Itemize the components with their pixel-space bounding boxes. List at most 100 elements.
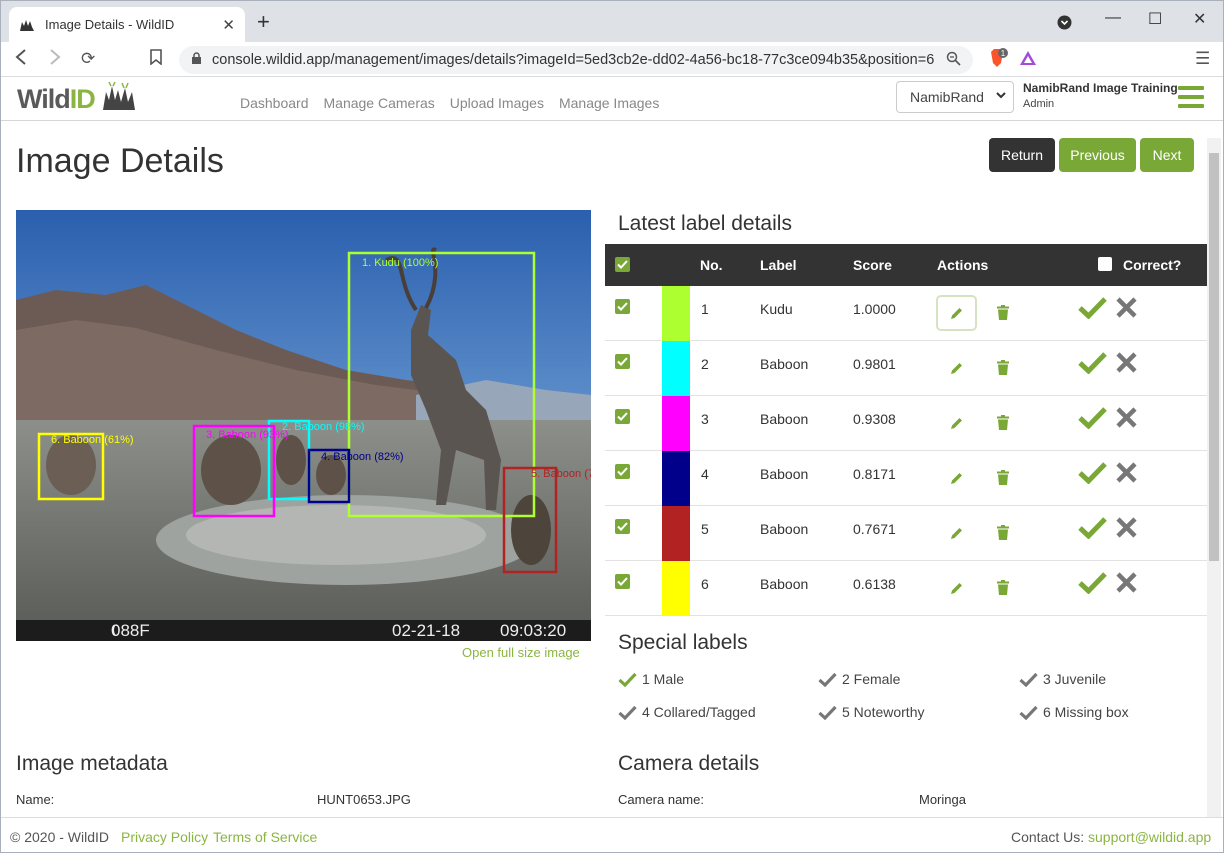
trash-icon[interactable] bbox=[997, 580, 1009, 598]
row-select-checkbox[interactable] bbox=[615, 519, 630, 534]
box-label-2: 2. Baboon (98%) bbox=[282, 421, 365, 433]
special-label-male[interactable]: 1 Male bbox=[618, 671, 684, 687]
camera-trap-image[interactable]: 1. Kudu (100%) 2. Baboon (98%) 3. Baboon… bbox=[16, 210, 614, 641]
brave-rewards-icon[interactable] bbox=[1019, 50, 1037, 71]
address-bar[interactable]: console.wildid.app/management/images/det… bbox=[179, 46, 973, 74]
mark-correct-check-icon[interactable] bbox=[1078, 516, 1107, 542]
page-scrollbar-thumb[interactable] bbox=[1209, 153, 1219, 561]
main-nav: Dashboard Manage Cameras Upload Images M… bbox=[240, 95, 659, 111]
label-color-swatch bbox=[662, 396, 690, 451]
label-color-swatch bbox=[662, 341, 690, 396]
special-label-collared[interactable]: 4 Collared/Tagged bbox=[618, 704, 756, 720]
special-label-missing-box[interactable]: 6 Missing box bbox=[1019, 704, 1129, 720]
maximize-icon[interactable]: ☐ bbox=[1148, 9, 1162, 29]
image-overlay-temp: 088F bbox=[111, 621, 150, 640]
edit-label-button[interactable] bbox=[936, 295, 977, 331]
bookmark-icon[interactable] bbox=[150, 49, 162, 70]
tab-search-icon[interactable] bbox=[1057, 15, 1072, 35]
browser-menu-icon[interactable]: ☰ bbox=[1195, 49, 1210, 69]
new-tab-icon[interactable]: + bbox=[257, 11, 270, 33]
trash-icon[interactable] bbox=[997, 360, 1009, 378]
box-label-1: 1. Kudu (100%) bbox=[362, 257, 438, 269]
col-no: No. bbox=[700, 257, 723, 273]
mark-incorrect-x-icon[interactable] bbox=[1116, 407, 1137, 431]
special-label-female[interactable]: 2 Female bbox=[818, 671, 900, 687]
forward-icon[interactable] bbox=[49, 49, 61, 70]
edit-label-button[interactable] bbox=[936, 405, 977, 441]
mark-correct-check-icon[interactable] bbox=[1078, 461, 1107, 487]
trash-icon[interactable] bbox=[997, 415, 1009, 433]
row-select-checkbox[interactable] bbox=[615, 354, 630, 369]
back-icon[interactable] bbox=[15, 49, 27, 70]
mark-correct-check-icon[interactable] bbox=[1078, 571, 1107, 597]
edit-label-button[interactable] bbox=[936, 570, 977, 606]
trash-icon[interactable] bbox=[997, 470, 1009, 488]
pencil-icon bbox=[951, 472, 962, 484]
previous-button[interactable]: Previous bbox=[1059, 138, 1136, 172]
nav-upload-images[interactable]: Upload Images bbox=[450, 95, 544, 111]
label-number: 1 bbox=[701, 301, 709, 317]
reload-icon[interactable]: ⟳ bbox=[81, 49, 95, 69]
privacy-policy-link[interactable]: Privacy Policy bbox=[121, 829, 208, 845]
row-select-checkbox[interactable] bbox=[615, 574, 630, 589]
labels-table-header: No. Label Score Actions Correct? bbox=[605, 244, 1207, 286]
minimize-icon[interactable]: — bbox=[1105, 9, 1121, 27]
check-icon bbox=[818, 672, 837, 687]
mark-incorrect-x-icon[interactable] bbox=[1116, 352, 1137, 376]
brave-shield-icon[interactable]: 1 bbox=[986, 48, 1008, 73]
trash-icon[interactable] bbox=[997, 305, 1009, 323]
special-label-juvenile[interactable]: 3 Juvenile bbox=[1019, 671, 1106, 687]
trash-icon[interactable] bbox=[997, 525, 1009, 543]
mark-incorrect-x-icon[interactable] bbox=[1116, 517, 1137, 541]
select-all-checkbox[interactable] bbox=[615, 257, 630, 272]
nav-manage-images[interactable]: Manage Images bbox=[559, 95, 659, 111]
special-labels-title: Special labels bbox=[618, 631, 748, 654]
close-window-icon[interactable]: ✕ bbox=[1193, 9, 1206, 29]
terms-of-service-link[interactable]: Terms of Service bbox=[213, 829, 317, 845]
wildid-logo[interactable]: WildID bbox=[17, 81, 137, 115]
check-icon bbox=[818, 705, 837, 720]
image-overlay-date: 02-21-18 bbox=[392, 621, 460, 640]
box-label-3: 3. Baboon (93%) bbox=[206, 429, 289, 441]
camera-name-label: Camera name: bbox=[618, 792, 704, 807]
hamburger-menu-icon[interactable] bbox=[1178, 86, 1204, 108]
table-row: 1 Kudu 1.0000 bbox=[605, 286, 1207, 341]
mark-incorrect-x-icon[interactable] bbox=[1116, 462, 1137, 486]
open-full-size-link[interactable]: Open full size image bbox=[462, 645, 580, 660]
label-score: 0.7671 bbox=[853, 521, 896, 537]
organization-select[interactable]: NamibRand bbox=[896, 81, 1014, 113]
special-label-noteworthy[interactable]: 5 Noteworthy bbox=[818, 704, 924, 720]
special-label-text: 5 Noteworthy bbox=[842, 704, 925, 720]
url-text: console.wildid.app/management/images/det… bbox=[212, 52, 935, 68]
mark-incorrect-x-icon[interactable] bbox=[1116, 297, 1137, 321]
nav-manage-cameras[interactable]: Manage Cameras bbox=[324, 95, 435, 111]
row-select-checkbox[interactable] bbox=[615, 409, 630, 424]
organization-name: NamibRand Image Training bbox=[1023, 81, 1178, 95]
row-select-checkbox[interactable] bbox=[615, 299, 630, 314]
return-button[interactable]: Return bbox=[989, 138, 1055, 172]
browser-tab[interactable]: Image Details - WildID ✕ bbox=[9, 7, 245, 42]
correct-all-checkbox[interactable] bbox=[1098, 257, 1112, 271]
edit-label-button[interactable] bbox=[936, 350, 977, 386]
edit-label-button[interactable] bbox=[936, 515, 977, 551]
label-name: Baboon bbox=[760, 356, 809, 372]
mark-correct-check-icon[interactable] bbox=[1078, 351, 1107, 377]
mark-incorrect-x-icon[interactable] bbox=[1116, 572, 1137, 596]
label-score: 0.6138 bbox=[853, 576, 896, 592]
logo-text-id: ID bbox=[69, 84, 96, 114]
mark-correct-check-icon[interactable] bbox=[1078, 406, 1107, 432]
row-select-checkbox[interactable] bbox=[615, 464, 630, 479]
tab-close-icon[interactable]: ✕ bbox=[222, 16, 235, 34]
browser-window: Image Details - WildID ✕ + — ☐ ✕ ⟳ conso… bbox=[0, 0, 1224, 853]
pencil-icon bbox=[951, 307, 962, 319]
nav-dashboard[interactable]: Dashboard bbox=[240, 95, 309, 111]
label-name: Kudu bbox=[760, 301, 793, 317]
support-email-link[interactable]: support@wildid.app bbox=[1088, 829, 1211, 845]
box-label-6: 6. Baboon (61%) bbox=[51, 434, 134, 446]
zoom-icon[interactable] bbox=[946, 51, 961, 70]
mark-correct-check-icon[interactable] bbox=[1078, 296, 1107, 322]
next-button[interactable]: Next bbox=[1140, 138, 1194, 172]
contact-label: Contact Us: bbox=[1011, 829, 1085, 845]
special-label-text: 3 Juvenile bbox=[1043, 671, 1107, 687]
edit-label-button[interactable] bbox=[936, 460, 977, 496]
